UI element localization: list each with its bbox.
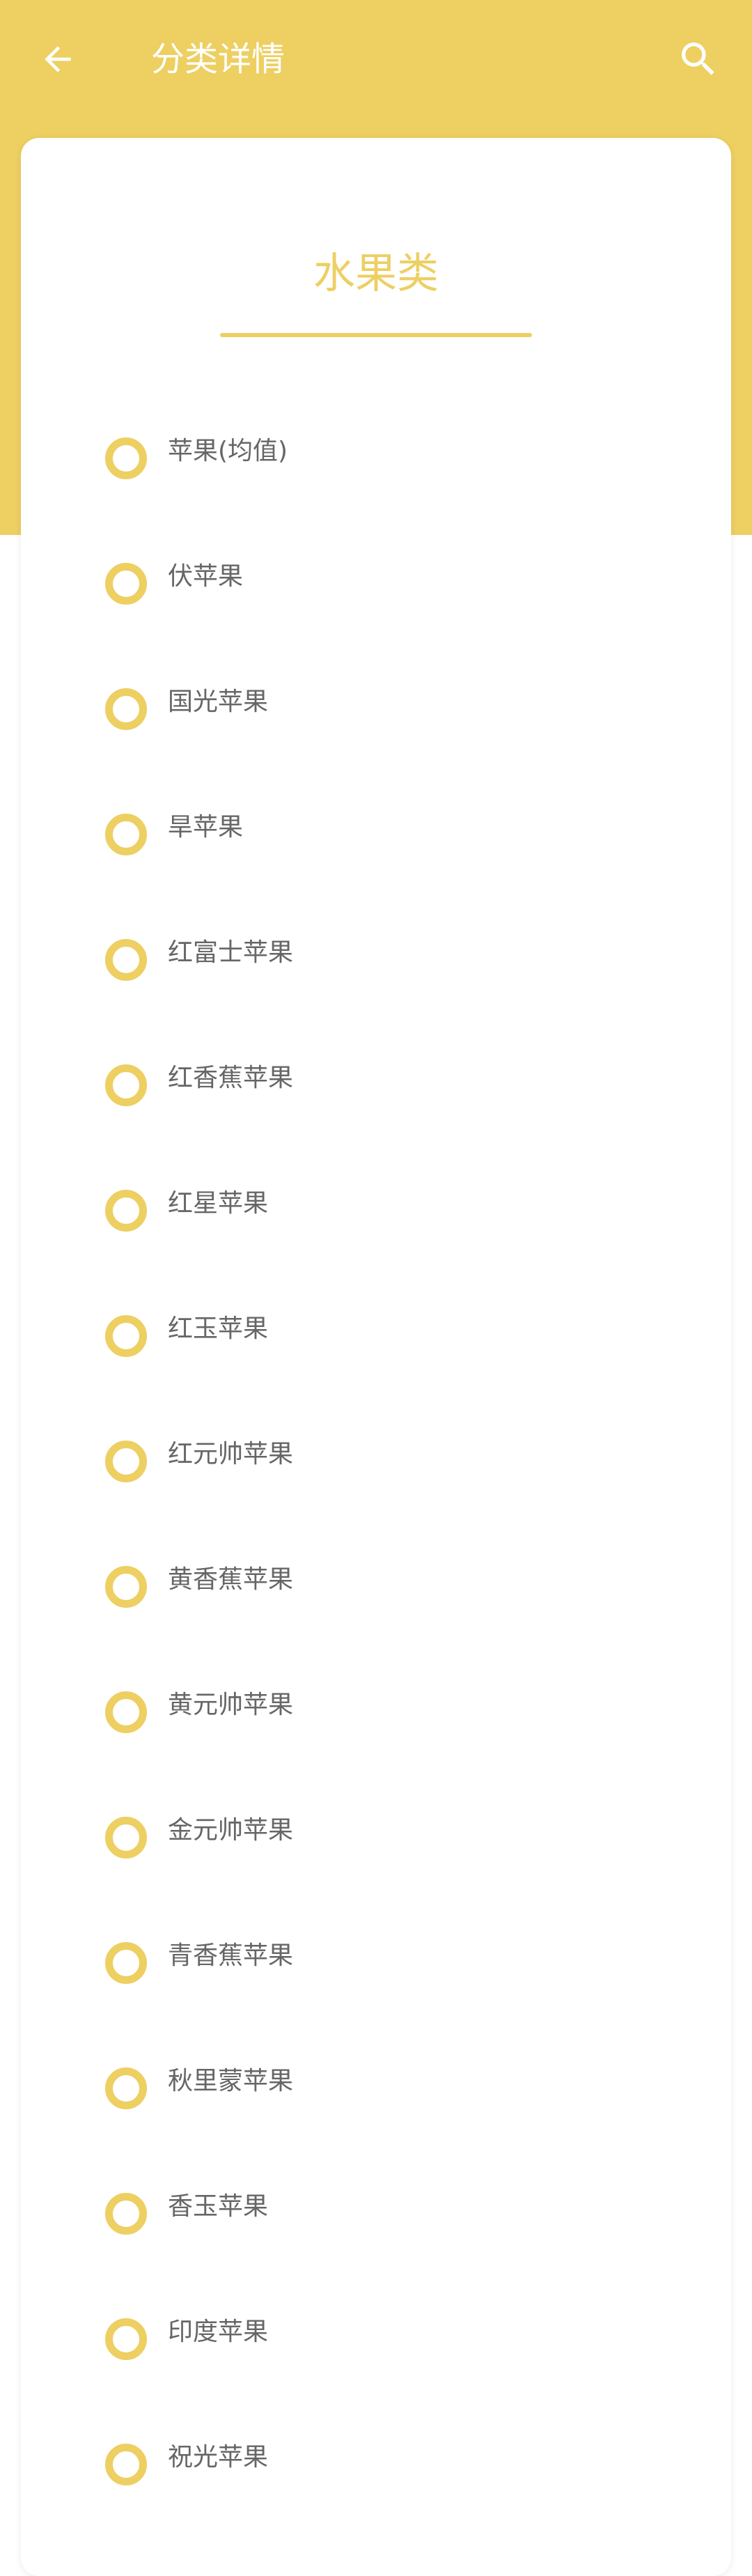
radio-icon[interactable] xyxy=(105,2318,147,2360)
category-title: 水果类 xyxy=(313,249,439,298)
list-item[interactable]: 香玉苹果 xyxy=(21,2151,731,2276)
list-item-label: 青香蕉苹果 xyxy=(168,1941,294,1970)
page-title: 分类详情 xyxy=(151,40,285,79)
list-item-label: 旱苹果 xyxy=(168,813,244,841)
list-item-label: 黄香蕉苹果 xyxy=(168,1565,294,1594)
radio-icon[interactable] xyxy=(105,1942,147,1984)
list-item-label: 红元帅苹果 xyxy=(168,1440,294,1468)
radio-icon[interactable] xyxy=(105,1566,147,1608)
list-item-label: 红香蕉苹果 xyxy=(168,1064,294,1092)
list-item-label: 金元帅苹果 xyxy=(168,1816,294,1845)
radio-icon[interactable] xyxy=(105,1190,147,1232)
list-item-label: 国光苹果 xyxy=(168,688,269,716)
food-list: 苹果(均值) 伏苹果 国光苹果 旱苹果 红富士苹果 红香蕉苹果 红星苹果 红玉苹… xyxy=(21,396,731,2527)
radio-icon[interactable] xyxy=(105,1064,147,1106)
radio-icon[interactable] xyxy=(105,814,147,855)
list-item[interactable]: 金元帅苹果 xyxy=(21,1775,731,1900)
list-item[interactable]: 红玉苹果 xyxy=(21,1273,731,1399)
list-item-label: 伏苹果 xyxy=(168,562,244,591)
list-item-label: 红玉苹果 xyxy=(168,1314,269,1343)
radio-icon[interactable] xyxy=(105,1691,147,1733)
list-item-label: 印度苹果 xyxy=(168,2318,269,2346)
radio-icon[interactable] xyxy=(105,1817,147,1859)
back-button[interactable] xyxy=(33,35,82,84)
list-item[interactable]: 青香蕉苹果 xyxy=(21,1900,731,2026)
list-item[interactable]: 国光苹果 xyxy=(21,646,731,772)
category-title-underline xyxy=(220,333,532,337)
list-item[interactable]: 红香蕉苹果 xyxy=(21,1023,731,1148)
radio-icon[interactable] xyxy=(105,1315,147,1357)
category-card: 水果类 苹果(均值) 伏苹果 国光苹果 旱苹果 红富士苹果 红香蕉苹果 红星苹果… xyxy=(21,138,731,2576)
radio-icon[interactable] xyxy=(105,2444,147,2485)
app-bar: 分类详情 xyxy=(0,0,752,118)
list-item-label: 香玉苹果 xyxy=(168,2192,269,2221)
list-item[interactable]: 红富士苹果 xyxy=(21,897,731,1023)
list-item-label: 红星苹果 xyxy=(168,1189,269,1218)
radio-icon[interactable] xyxy=(105,563,147,605)
list-item[interactable]: 苹果(均值) xyxy=(21,396,731,521)
radio-icon[interactable] xyxy=(105,939,147,981)
list-item[interactable]: 印度苹果 xyxy=(21,2276,731,2402)
list-item-label: 苹果(均值) xyxy=(168,437,288,465)
radio-icon[interactable] xyxy=(105,688,147,730)
list-item[interactable]: 黄香蕉苹果 xyxy=(21,1524,731,1650)
arrow-left-icon xyxy=(45,46,71,72)
list-item-label: 秋里蒙苹果 xyxy=(168,2067,294,2095)
radio-icon[interactable] xyxy=(105,1441,147,1482)
list-item[interactable]: 黄元帅苹果 xyxy=(21,1650,731,1775)
list-item-label: 祝光苹果 xyxy=(168,2443,269,2472)
list-item[interactable]: 伏苹果 xyxy=(21,521,731,646)
radio-icon[interactable] xyxy=(105,2067,147,2109)
list-item-label: 黄元帅苹果 xyxy=(168,1691,294,1719)
list-item[interactable]: 旱苹果 xyxy=(21,772,731,897)
search-icon xyxy=(682,42,714,75)
list-item-label: 红富士苹果 xyxy=(168,938,294,967)
search-button[interactable] xyxy=(673,33,724,85)
list-item[interactable]: 红星苹果 xyxy=(21,1148,731,1273)
radio-icon[interactable] xyxy=(105,2193,147,2235)
list-item[interactable]: 红元帅苹果 xyxy=(21,1399,731,1524)
list-item[interactable]: 秋里蒙苹果 xyxy=(21,2026,731,2151)
radio-icon[interactable] xyxy=(105,437,147,479)
list-item[interactable]: 祝光苹果 xyxy=(21,2402,731,2527)
